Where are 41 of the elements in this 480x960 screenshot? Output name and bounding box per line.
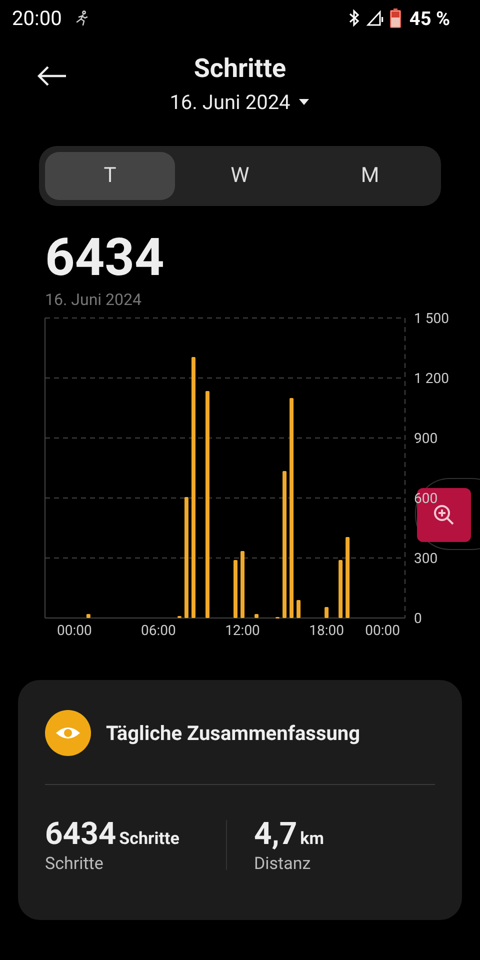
- period-tab[interactable]: T: [45, 152, 175, 200]
- y-axis-label: 900: [414, 431, 438, 447]
- x-axis-label: 06:00: [141, 623, 176, 639]
- dropdown-caret-icon: [298, 98, 310, 106]
- battery-percentage: 45 %: [409, 6, 450, 30]
- period-tab[interactable]: M: [305, 152, 435, 200]
- stat-unit: Schritte: [119, 829, 180, 849]
- signal-icon: [366, 9, 384, 27]
- chart-bar: [254, 614, 259, 618]
- bluetooth-icon: [348, 9, 360, 27]
- date-selector[interactable]: 16. Juni 2024: [170, 90, 310, 114]
- stat-value: 4,7: [254, 815, 298, 852]
- stat-label: Schritte: [45, 854, 104, 874]
- running-figure-icon: [74, 10, 90, 26]
- battery-icon: [390, 8, 402, 28]
- total-date: 16. Juni 2024: [45, 290, 142, 309]
- stat-value: 6434: [45, 815, 116, 852]
- back-arrow-icon[interactable]: [37, 66, 67, 86]
- chart-bar: [86, 614, 90, 618]
- stat-label: Distanz: [254, 854, 312, 874]
- chart-bar: [234, 560, 238, 618]
- y-axis-label: 0: [414, 611, 422, 627]
- chart-bar: [240, 551, 244, 618]
- step-total: 6434: [45, 228, 166, 288]
- eye-icon: [45, 710, 91, 756]
- x-axis-label: 18:00: [309, 623, 344, 639]
- page-title: Schritte: [194, 54, 286, 84]
- x-axis-label: 00:00: [56, 623, 92, 639]
- x-axis-label: 12:00: [225, 623, 260, 639]
- chart-bar: [338, 560, 343, 618]
- x-axis-label: 00:00: [365, 623, 400, 639]
- y-axis-label: 1 200: [414, 371, 449, 387]
- stat-unit: km: [300, 829, 324, 849]
- zoom-in-icon: [432, 503, 456, 527]
- y-axis-label: 1 500: [414, 311, 449, 327]
- y-axis-label: 300: [414, 551, 438, 567]
- summary-title: Tägliche Zusammenfassung: [106, 721, 360, 745]
- status-time: 20:00: [12, 6, 62, 30]
- chart-bar: [324, 607, 329, 618]
- chart-bar: [296, 600, 301, 618]
- period-tab[interactable]: W: [175, 152, 305, 200]
